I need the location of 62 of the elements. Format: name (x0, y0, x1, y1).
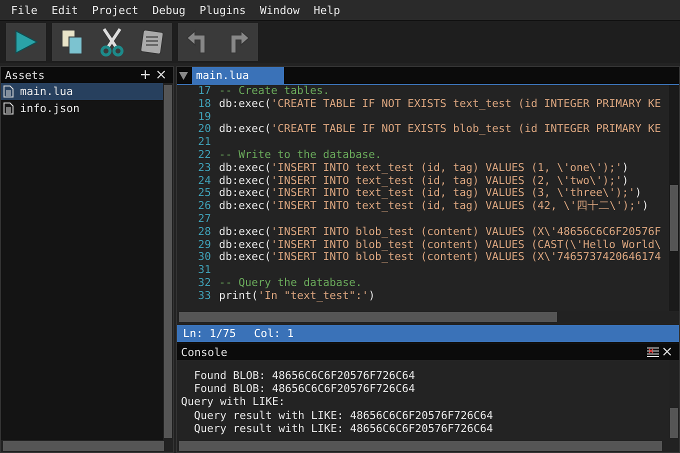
code-line: db:exec('CREATE TABLE IF NOT EXISTS text_test (id INTEGER PRIMARY KE (219, 98, 662, 111)
panel-title: Console (181, 346, 228, 358)
play-icon (13, 29, 39, 55)
line-number: 20 (196, 123, 212, 136)
code-line: -- Query the database. (219, 276, 362, 290)
panel-title: Assets (5, 68, 45, 82)
code-line: db:exec('INSERT INTO text_test (id, tag) VALUES (3, \'three\');') (219, 187, 642, 200)
console-line: Query with LIKE: (181, 395, 286, 409)
code-line: db:exec('INSERT INTO blob_test (content) VALUES (X\'48656C6C6F20576F (219, 226, 662, 239)
code-line: db:exec('INSERT INTO text_test (id, tag) VALUES (2, \'two\');') (219, 174, 629, 188)
line-number: 28 (196, 226, 212, 239)
code-line: db:exec('INSERT INTO text_test (id, tag) VALUES (42, \'四十二\');') (219, 200, 649, 213)
line-number: 22 (196, 148, 212, 162)
line-number: 24 (196, 174, 212, 188)
status-text: Col: 1 (254, 327, 294, 340)
code-line: print('In "text_test":') (219, 290, 376, 303)
line-number: 21 (196, 136, 212, 149)
menu-item[interactable]: Help (306, 4, 348, 16)
file-icon (3, 85, 14, 98)
asset-item[interactable]: main.lua (1, 83, 163, 100)
editor-tab[interactable]: main.lua (192, 67, 284, 84)
line-number: 31 (196, 264, 212, 277)
menu-item[interactable]: File (4, 4, 44, 16)
asset-item[interactable]: info.json (1, 100, 163, 117)
clear-icon[interactable] (647, 347, 660, 357)
scrollbar[interactable] (163, 83, 173, 440)
line-number: 33 (196, 290, 212, 303)
menu-item[interactable]: Debug (145, 4, 192, 16)
line-number: 27 (196, 212, 212, 226)
file-icon (3, 102, 14, 115)
line-number: 32 (196, 276, 212, 290)
console-line: Found BLOB: 48656C6C6F20576F726C64 (193, 369, 416, 382)
code-line: db:exec('INSERT INTO blob_test (content) VALUES (CAST(\'Hello World\ (219, 238, 662, 252)
line-number: 18 (196, 98, 212, 111)
caret-icon (179, 72, 188, 80)
line-number: 26 (196, 200, 212, 213)
line-number: 19 (196, 110, 212, 124)
line-number: 25 (196, 187, 212, 200)
code-line: -- Create tables. (219, 85, 330, 98)
console-line: Found BLOB: 48656C6C6F20576F726C64 (193, 382, 416, 396)
console-line: Query result with LIKE: 48656C6C6F20576F726C64 (193, 408, 494, 422)
close-button[interactable]: × (153, 68, 169, 82)
line-number: 29 (196, 238, 212, 252)
code-line: -- Write to the database. (219, 148, 382, 162)
menu-item[interactable]: Edit (44, 4, 85, 16)
menu-item[interactable]: Window (252, 4, 307, 16)
line-number: 17 (196, 85, 212, 98)
scrollbar[interactable] (669, 85, 679, 311)
scrollbar[interactable] (1, 440, 173, 452)
code-line: db:exec('CREATE TABLE IF NOT EXISTS blob_test (id INTEGER PRIMARY KE (219, 123, 662, 136)
code-line: db:exec('INSERT INTO text_test (id, tag) VALUES (1, \'one\');') (219, 162, 629, 175)
code-line: db:exec('INSERT INTO blob_test (content) VALUES (X\'7465737420646174 (219, 251, 662, 264)
console-line: Query result with LIKE: 48656C6C6F20576F726C64 (193, 422, 494, 435)
add-button[interactable]: + (138, 68, 154, 82)
menu-item[interactable]: Plugins (192, 4, 253, 16)
menu-item[interactable]: Project (85, 4, 146, 16)
close-button[interactable]: × (659, 345, 675, 359)
scissors-icon (98, 27, 126, 57)
status-text: Ln: 1/75 (183, 327, 236, 340)
line-number: 30 (196, 251, 212, 264)
line-number: 23 (196, 162, 212, 175)
copy-icon (59, 28, 85, 56)
